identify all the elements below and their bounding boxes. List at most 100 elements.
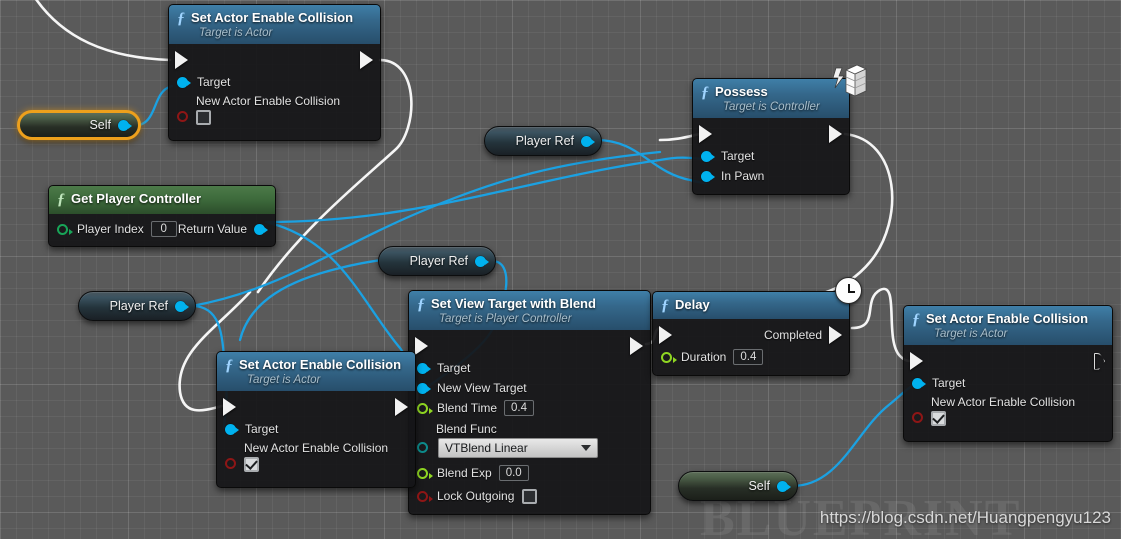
latent-clock-icon <box>835 277 862 304</box>
new-view-target-pin[interactable] <box>417 382 431 394</box>
new-actor-enable-collision-checkbox[interactable] <box>931 411 946 426</box>
new-actor-enable-collision-pin[interactable] <box>912 412 923 423</box>
exec-row <box>409 334 650 358</box>
node-player-ref-2[interactable]: Player Ref <box>378 246 496 276</box>
chevron-down-icon <box>581 445 591 451</box>
blend-func-value: VTBlend Linear <box>445 441 528 455</box>
exec-input-pin[interactable] <box>223 398 236 416</box>
blend-time-value[interactable]: 0.4 <box>504 400 535 416</box>
target-pin[interactable] <box>177 76 191 88</box>
completed-exec-output-pin[interactable] <box>829 326 842 344</box>
lock-outgoing-pin[interactable] <box>417 490 433 502</box>
player-ref-output-pin[interactable] <box>475 255 489 267</box>
target-pin[interactable] <box>701 150 715 162</box>
node-header: ƒ Get Player Controller <box>49 186 275 214</box>
lock-outgoing-checkbox[interactable] <box>522 488 538 504</box>
pin-row-blend-exp: Blend Exp 0.0 <box>409 463 650 483</box>
player-ref-label: Player Ref <box>409 254 468 268</box>
pin-row-duration: Duration 0.4 <box>653 347 849 367</box>
node-title: Get Player Controller <box>71 191 202 206</box>
target-label: Target <box>721 149 755 163</box>
pin-row-target: Target <box>693 146 849 166</box>
return-value-label: Return Value <box>177 222 247 236</box>
duration-value[interactable]: 0.4 <box>733 349 764 365</box>
pin-row-new-view-target: New View Target <box>409 378 650 398</box>
exec-input-pin[interactable] <box>415 337 428 355</box>
node-set-actor-enable-collision-2[interactable]: ƒ Set Actor Enable Collision Target is Ac… <box>216 351 416 488</box>
new-actor-enable-collision-label: New Actor Enable Collision <box>196 94 341 108</box>
function-f-icon: ƒ <box>57 191 65 208</box>
node-player-ref-3[interactable]: Player Ref <box>78 291 196 321</box>
exec-row <box>693 122 849 146</box>
duration-pin[interactable] <box>661 351 677 363</box>
exec-input-pin[interactable] <box>910 352 923 370</box>
function-f-icon: ƒ <box>912 311 920 328</box>
node-self-1[interactable]: Self <box>17 110 141 140</box>
blend-func-pin[interactable] <box>417 442 428 453</box>
new-actor-enable-collision-checkbox[interactable] <box>196 110 211 125</box>
in-pawn-label: In Pawn <box>721 169 765 183</box>
node-set-actor-enable-collision-1[interactable]: ƒ Set Actor Enable Collision Target is Ac… <box>168 4 381 141</box>
completed-label: Completed <box>763 328 822 342</box>
node-title: Set Actor Enable Collision <box>239 357 402 372</box>
node-possess[interactable]: ƒ Possess Target is Controller Target In … <box>692 78 850 195</box>
lock-outgoing-label: Lock Outgoing <box>437 489 515 503</box>
node-delay[interactable]: ƒ Delay Completed Duration 0.4 <box>652 291 850 376</box>
exec-output-pin[interactable] <box>395 398 408 416</box>
self-label: Self <box>748 479 770 493</box>
player-ref-output-pin[interactable] <box>581 135 595 147</box>
node-get-player-controller[interactable]: ƒ Get Player Controller Player Index 0 Re… <box>48 185 276 247</box>
pin-row-in-pawn: In Pawn <box>693 166 849 186</box>
blend-exp-pin[interactable] <box>417 467 433 479</box>
exec-output-pin[interactable] <box>360 51 373 69</box>
exec-output-pin[interactable] <box>829 125 842 143</box>
return-value-pin[interactable] <box>254 223 268 235</box>
self-output-pin[interactable] <box>777 480 791 492</box>
node-set-actor-enable-collision-3[interactable]: ƒ Set Actor Enable Collision Target is Ac… <box>903 305 1113 442</box>
node-header: ƒ Set Actor Enable Collision Target is Ac… <box>217 352 415 391</box>
node-title: Set View Target with Blend <box>431 296 596 311</box>
blend-time-label: Blend Time <box>437 401 498 415</box>
exec-row <box>904 349 1112 373</box>
function-f-icon: ƒ <box>661 297 669 314</box>
node-title: Set Actor Enable Collision <box>191 10 354 25</box>
exec-output-pin[interactable] <box>630 337 643 355</box>
exec-input-pin[interactable] <box>659 326 672 344</box>
blend-exp-label: Blend Exp <box>437 466 492 480</box>
node-body: Target New Actor Enable Collision <box>217 391 415 487</box>
blueprint-graph-canvas[interactable]: BLUEPRINT ƒ Set Actor Enable Collision T… <box>0 0 1121 539</box>
pin-row-target: Target <box>904 373 1112 393</box>
node-header: ƒ Set Actor Enable Collision Target is Ac… <box>904 306 1112 345</box>
node-subtitle: Target is Player Controller <box>439 313 572 325</box>
blend-time-pin[interactable] <box>417 402 433 414</box>
self-output-pin[interactable] <box>118 119 132 131</box>
exec-output-pin[interactable] <box>1094 353 1105 370</box>
node-set-view-target-with-blend[interactable]: ƒ Set View Target with Blend Target is Pl… <box>408 290 651 515</box>
target-label: Target <box>197 75 231 89</box>
exec-row <box>169 48 380 72</box>
pin-row-new-actor-enable-collision: New Actor Enable Collision <box>217 439 415 479</box>
node-self-2[interactable]: Self <box>678 471 798 501</box>
blend-func-dropdown[interactable]: VTBlend Linear <box>438 438 598 458</box>
player-index-pin[interactable] <box>57 223 73 235</box>
blend-exp-value[interactable]: 0.0 <box>498 465 529 481</box>
new-actor-enable-collision-pin[interactable] <box>177 111 188 122</box>
player-ref-output-pin[interactable] <box>175 300 189 312</box>
exec-input-pin[interactable] <box>699 125 712 143</box>
node-player-ref-1[interactable]: Player Ref <box>484 126 602 156</box>
new-actor-enable-collision-checkbox[interactable] <box>244 457 259 472</box>
player-index-value[interactable]: 0 <box>150 221 177 237</box>
node-body: Player Index 0 Return Value <box>49 214 275 246</box>
target-pin[interactable] <box>417 362 431 374</box>
pin-row-player-index: Player Index 0 Return Value <box>49 219 275 239</box>
self-label: Self <box>89 118 111 132</box>
function-f-icon: ƒ <box>177 10 185 27</box>
function-f-icon: ƒ <box>417 296 425 313</box>
duration-label: Duration <box>681 350 727 364</box>
exec-input-pin[interactable] <box>175 51 188 69</box>
target-pin[interactable] <box>912 377 926 389</box>
new-actor-enable-collision-pin[interactable] <box>225 458 236 469</box>
node-body: Target In Pawn <box>693 118 849 194</box>
target-pin[interactable] <box>225 423 239 435</box>
in-pawn-pin[interactable] <box>701 170 715 182</box>
